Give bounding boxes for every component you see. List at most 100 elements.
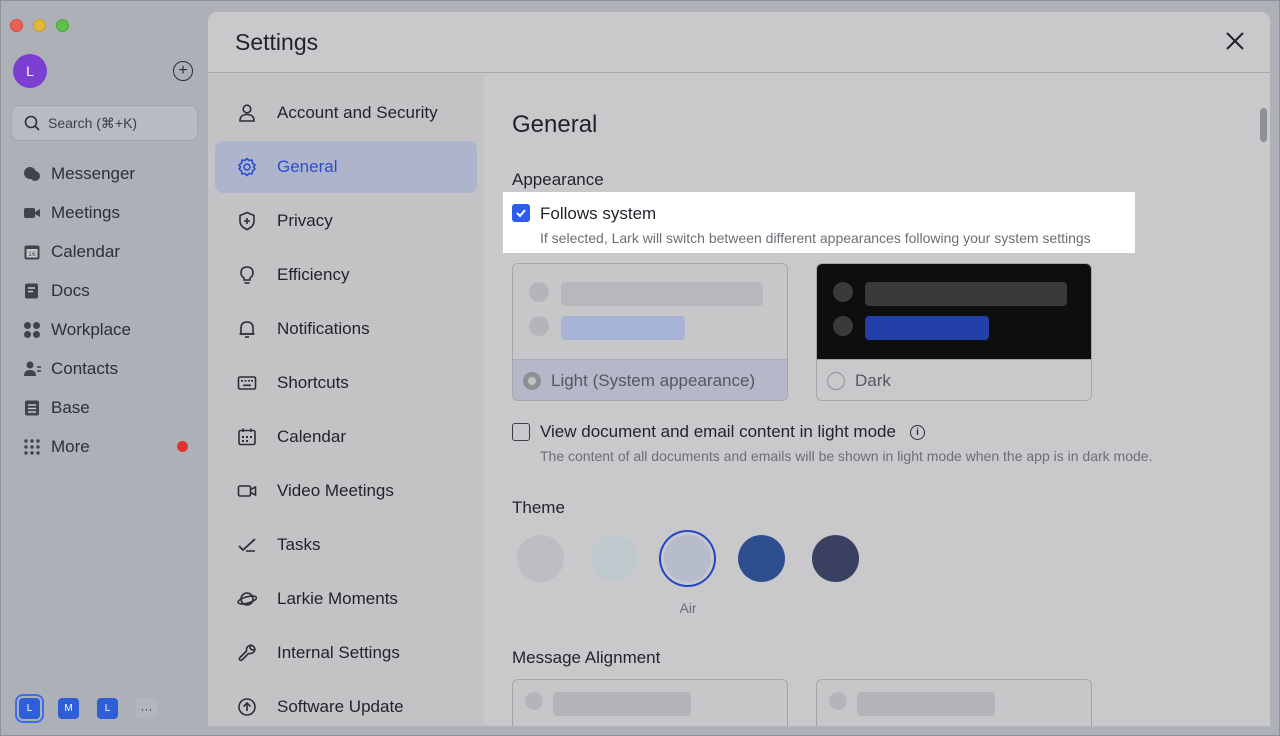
menu-item-label: Video Meetings: [277, 481, 394, 500]
menu-item-label: Internal Settings: [277, 643, 400, 662]
app-window: L + Search (⌘+K) Messenger Meetings 16 C…: [0, 0, 1280, 736]
dark-radio[interactable]: [827, 372, 845, 390]
menu-item-tasks[interactable]: Tasks: [215, 519, 477, 571]
appearance-dark-card[interactable]: Dark: [816, 263, 1092, 401]
theme-swatch-2[interactable]: [591, 535, 638, 582]
light-preview: [513, 264, 787, 359]
light-mode-docs-desc: The content of all documents and emails …: [540, 448, 1153, 464]
menu-item-calendar[interactable]: Calendar: [215, 411, 477, 463]
menu-item-notifications[interactable]: Notifications: [215, 303, 477, 355]
sidebar-item-label: Contacts: [51, 358, 119, 378]
follows-system-checkbox[interactable]: [512, 204, 530, 222]
preview-dot: [525, 692, 543, 710]
menu-item-shortcuts[interactable]: Shortcuts: [215, 357, 477, 409]
search-placeholder: Search (⌘+K): [48, 114, 138, 131]
sidebar-item-docs[interactable]: Docs: [1, 271, 207, 310]
account-l[interactable]: L: [97, 698, 118, 719]
avatar[interactable]: L: [13, 54, 47, 88]
menu-item-label: Tasks: [277, 535, 321, 554]
checkmark-icon: [516, 209, 526, 218]
menu-item-internal-settings[interactable]: Internal Settings: [215, 627, 477, 679]
sidebar-item-label: Calendar: [51, 241, 120, 261]
theme-swatch-5[interactable]: [812, 535, 859, 582]
dark-option: Dark: [817, 359, 1091, 400]
appearance-light-card[interactable]: Light (System appearance): [512, 263, 788, 401]
menu-item-software-update[interactable]: Software Update: [215, 681, 477, 726]
sidebar-item-calendar[interactable]: 16 Calendar: [1, 232, 207, 271]
preview-dot: [833, 316, 853, 336]
video-camera-icon: [23, 204, 41, 222]
scrollbar[interactable]: [1260, 108, 1267, 142]
more-accounts-button[interactable]: ···: [136, 698, 157, 719]
menu-item-label: Efficiency: [277, 265, 350, 284]
video-icon: [236, 480, 258, 502]
sidebar-item-contacts[interactable]: Contacts: [1, 349, 207, 388]
search-icon: [24, 115, 40, 131]
account-m[interactable]: M: [58, 698, 79, 719]
lightbulb-icon: [236, 264, 258, 286]
base-icon: [23, 399, 41, 417]
menu-item-efficiency[interactable]: Efficiency: [215, 249, 477, 301]
light-label: Light (System appearance): [551, 371, 756, 390]
light-option: Light (System appearance): [513, 359, 787, 400]
preview-dot: [829, 692, 847, 710]
preview-bar: [561, 282, 763, 306]
dark-label: Dark: [855, 371, 891, 390]
app-nav: Messenger Meetings 16 Calendar Docs Work…: [1, 154, 207, 466]
account-switcher: L M L ···: [15, 694, 157, 723]
light-mode-docs-checkbox[interactable]: [512, 423, 530, 441]
sidebar-item-meetings[interactable]: Meetings: [1, 193, 207, 232]
menu-item-larkie-moments[interactable]: Larkie Moments: [215, 573, 477, 625]
info-icon[interactable]: i: [910, 425, 925, 440]
add-icon[interactable]: +: [173, 61, 193, 81]
light-radio[interactable]: [523, 372, 541, 390]
theme-swatch-air[interactable]: [664, 535, 711, 582]
menu-item-label: Shortcuts: [277, 373, 349, 392]
update-icon: [236, 696, 258, 718]
preview-dot: [833, 282, 853, 302]
alignment-option-split[interactable]: [816, 679, 1092, 726]
settings-menu: Account and Security General Privacy Eff…: [208, 74, 484, 726]
menu-item-account-security[interactable]: Account and Security: [215, 87, 477, 139]
shield-icon: [236, 210, 258, 232]
svg-text:16: 16: [28, 251, 36, 258]
sidebar-item-messenger[interactable]: Messenger: [1, 154, 207, 193]
notification-dot: [177, 441, 188, 452]
menu-item-label: Privacy: [277, 211, 333, 230]
wrench-icon: [236, 642, 258, 664]
search-input[interactable]: Search (⌘+K): [11, 105, 198, 141]
sidebar-item-base[interactable]: Base: [1, 388, 207, 427]
menu-item-video-meetings[interactable]: Video Meetings: [215, 465, 477, 517]
follows-system-desc: If selected, Lark will switch between di…: [540, 230, 1091, 246]
menu-item-label: Software Update: [277, 697, 404, 716]
app-sidebar: L + Search (⌘+K) Messenger Meetings 16 C…: [1, 1, 207, 736]
planet-icon: [236, 588, 258, 610]
preview-bar: [865, 282, 1067, 306]
account-l-active[interactable]: L: [15, 694, 44, 723]
menu-item-general[interactable]: General: [215, 141, 477, 193]
appearance-heading: Appearance: [512, 170, 604, 189]
settings-dialog: Settings Account and Security General Pr…: [207, 11, 1271, 727]
sidebar-item-label: More: [51, 436, 90, 456]
menu-item-label: General: [277, 157, 338, 176]
contacts-icon: [23, 360, 41, 378]
calendar-icon: 16: [23, 243, 41, 261]
preview-bar: [561, 316, 685, 340]
gear-icon: [236, 156, 258, 178]
menu-item-label: Larkie Moments: [277, 589, 398, 608]
message-alignment-heading: Message Alignment: [512, 648, 661, 667]
sidebar-item-more[interactable]: More: [1, 427, 207, 466]
theme-swatch-1[interactable]: [517, 535, 564, 582]
sidebar-item-label: Workplace: [51, 319, 131, 339]
close-icon[interactable]: [1224, 30, 1246, 52]
alignment-option-left[interactable]: [512, 679, 788, 726]
menu-item-privacy[interactable]: Privacy: [215, 195, 477, 247]
menu-item-label: Account and Security: [277, 103, 438, 122]
more-dots-icon: [23, 438, 41, 456]
preview-bar: [857, 692, 995, 716]
sidebar-item-label: Messenger: [51, 163, 136, 183]
sidebar-item-workplace[interactable]: Workplace: [1, 310, 207, 349]
calendar-icon: [236, 426, 258, 448]
theme-swatch-4[interactable]: [738, 535, 785, 582]
sidebar-item-label: Meetings: [51, 202, 120, 222]
